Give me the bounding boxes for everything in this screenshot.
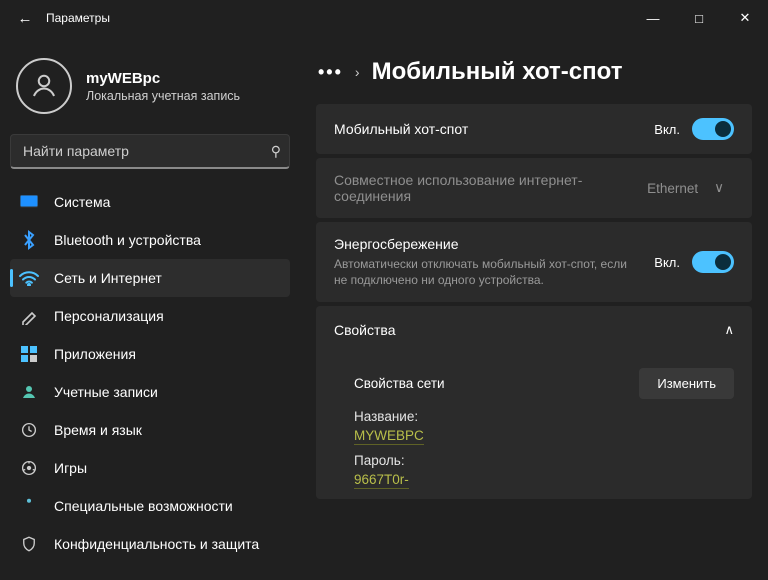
sidebar-item-icon — [18, 533, 40, 555]
share-row: Совместное использование интернет-соедин… — [316, 158, 752, 218]
search-icon: ⚲ — [271, 143, 281, 160]
page-title: Мобильный хот-спот — [372, 58, 623, 86]
sidebar-item-label: Учетные записи — [54, 384, 158, 400]
sidebar-item-7[interactable]: Игры — [10, 449, 290, 487]
sidebar-item-1[interactable]: Bluetooth и устройства — [10, 221, 290, 259]
share-label: Совместное использование интернет-соедин… — [334, 172, 637, 204]
edit-button[interactable]: Изменить — [639, 368, 734, 399]
breadcrumb: ••• › Мобильный хот-спот — [318, 58, 750, 86]
chevron-down-icon: ∨ — [714, 180, 724, 196]
sidebar-item-label: Персонализация — [54, 308, 164, 324]
net-pass-label: Пароль: — [354, 453, 734, 468]
power-sublabel: Автоматически отключать мобильный хот-сп… — [334, 256, 634, 288]
net-name-value: MYWEBPC — [354, 428, 424, 445]
share-select[interactable]: Ethernet ∨ — [637, 174, 734, 202]
search-input[interactable] — [23, 143, 271, 159]
avatar-icon — [16, 58, 72, 114]
sidebar-item-label: Система — [54, 194, 110, 210]
hotspot-label: Мобильный хот-спот — [334, 121, 468, 137]
window-close-button[interactable]: ✕ — [722, 0, 768, 36]
sidebar-item-5[interactable]: Учетные записи — [10, 373, 290, 411]
profile-subtitle: Локальная учетная запись — [86, 89, 240, 103]
hotspot-row[interactable]: Мобильный хот-спот Вкл. — [316, 104, 752, 154]
share-select-value: Ethernet — [647, 181, 698, 196]
sidebar-item-6[interactable]: Время и язык — [10, 411, 290, 449]
sidebar-item-0[interactable]: Система — [10, 183, 290, 221]
window-minimize-button[interactable]: ― — [630, 0, 676, 36]
sidebar-item-label: Игры — [54, 460, 87, 476]
power-label: Энергосбережение — [334, 236, 634, 252]
sidebar-item-icon — [18, 343, 40, 365]
net-name-label: Название: — [354, 409, 734, 424]
net-pass-value: 9667T0r- — [354, 472, 409, 489]
sidebar-item-2[interactable]: Сеть и Интернет — [10, 259, 290, 297]
sidebar-item-label: Сеть и Интернет — [54, 270, 162, 286]
sidebar-item-icon — [18, 495, 40, 517]
hotspot-state: Вкл. — [654, 122, 680, 137]
sidebar-item-label: Время и язык — [54, 422, 142, 438]
network-properties-label: Свойства сети — [354, 376, 445, 391]
power-row[interactable]: Энергосбережение Автоматически отключать… — [316, 222, 752, 302]
sidebar-item-icon — [18, 191, 40, 213]
sidebar-item-label: Специальные возможности — [54, 498, 233, 514]
power-toggle[interactable] — [692, 251, 734, 273]
window-title: Параметры — [46, 11, 110, 25]
sidebar-item-label: Конфиденциальность и защита — [54, 536, 259, 552]
sidebar-item-icon — [18, 457, 40, 479]
search-box[interactable]: ⚲ — [10, 134, 290, 169]
chevron-right-icon: › — [355, 64, 360, 80]
profile-name: myWEBpc — [86, 70, 240, 87]
sidebar-item-8[interactable]: Специальные возможности — [10, 487, 290, 525]
sidebar-item-3[interactable]: Персонализация — [10, 297, 290, 335]
breadcrumb-ellipsis-icon[interactable]: ••• — [318, 62, 343, 83]
profile-block[interactable]: myWEBpc Локальная учетная запись — [0, 46, 300, 128]
sidebar-item-icon — [18, 229, 40, 251]
back-button[interactable]: ← — [10, 10, 40, 27]
chevron-up-icon: ∧ — [724, 322, 734, 338]
window-maximize-button[interactable]: □ — [676, 0, 722, 36]
sidebar-item-icon — [18, 419, 40, 441]
properties-header-row[interactable]: Свойства ∧ — [316, 306, 752, 354]
sidebar-item-icon — [18, 267, 40, 289]
properties-header-label: Свойства — [334, 322, 395, 338]
sidebar-item-icon — [18, 305, 40, 327]
hotspot-toggle[interactable] — [692, 118, 734, 140]
sidebar-item-9[interactable]: Конфиденциальность и защита — [10, 525, 290, 563]
sidebar-item-4[interactable]: Приложения — [10, 335, 290, 373]
sidebar-item-label: Приложения — [54, 346, 136, 362]
sidebar-item-label: Bluetooth и устройства — [54, 232, 201, 248]
sidebar-item-icon — [18, 381, 40, 403]
power-state: Вкл. — [654, 255, 680, 270]
